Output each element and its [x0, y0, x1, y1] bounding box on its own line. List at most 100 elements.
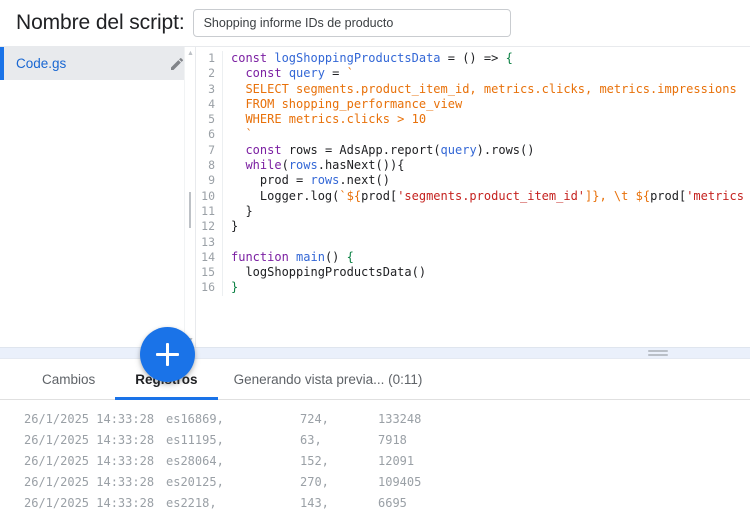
- line-number: 5: [208, 112, 215, 127]
- code-token: = AdsApp.report(: [317, 142, 441, 157]
- code-token: , \t: [599, 188, 636, 203]
- log-impressions: 133248: [378, 412, 422, 426]
- code-token: = () =>: [440, 51, 506, 65]
- line-number: 12: [201, 219, 215, 234]
- log-row: 26/1/2025 14:33:28 es11195, 63, 7918: [0, 430, 750, 451]
- file-sidebar: Code.gs ▲ ▼: [0, 47, 195, 382]
- panel-splitter[interactable]: [0, 347, 750, 359]
- code-line: 6 `: [196, 127, 750, 143]
- code-editor-pane[interactable]: 1 const logShoppingProductsData = () => {…: [195, 47, 750, 347]
- code-token: ${: [635, 188, 651, 203]
- script-name-label: Nombre del script:: [16, 11, 185, 34]
- line-number: 14: [201, 249, 215, 264]
- code-line: 5 WHERE metrics.clicks > 10: [196, 112, 750, 128]
- line-content[interactable]: }: [222, 203, 750, 220]
- code-token: prod[: [361, 188, 398, 203]
- line-content[interactable]: logShoppingProductsData(): [222, 265, 750, 281]
- code-token: query: [440, 142, 477, 157]
- code-token: rows: [288, 142, 318, 157]
- code-line: 7 const rows = AdsApp.report(query).rows…: [196, 142, 750, 159]
- line-number: 3: [208, 81, 215, 96]
- code-token: logShoppingProductsData(): [231, 265, 427, 280]
- script-name-input[interactable]: [192, 9, 511, 37]
- code-line: 10 Logger.log(`${prod['segments.product_…: [196, 188, 750, 204]
- line-content[interactable]: }: [222, 219, 750, 235]
- code-token: SELECT segments.product_item_id, metrics…: [231, 81, 737, 96]
- log-timestamp: 26/1/2025 14:33:28: [24, 454, 155, 468]
- line-content[interactable]: const logShoppingProductsData = () => {: [222, 51, 750, 67]
- vertical-splitter-handle[interactable]: [189, 192, 194, 228]
- log-timestamp: 26/1/2025 14:33:28: [24, 433, 155, 447]
- log-clicks: 63,: [300, 433, 322, 447]
- code-line: 4 FROM shopping_performance_view: [196, 96, 750, 113]
- code-token: {: [505, 51, 513, 65]
- drag-handle-icon[interactable]: [648, 350, 668, 358]
- code-token: (: [281, 158, 289, 173]
- code-token: const: [231, 51, 275, 65]
- line-content[interactable]: function main() {: [222, 249, 750, 266]
- log-impressions: 7918: [378, 433, 407, 447]
- code-token: rows: [288, 158, 318, 173]
- line-content[interactable]: FROM shopping_performance_view: [222, 96, 750, 113]
- line-content[interactable]: [222, 234, 750, 250]
- line-content[interactable]: SELECT segments.product_item_id, metrics…: [222, 81, 750, 97]
- add-file-button[interactable]: [140, 327, 195, 382]
- code-line: 1 const logShoppingProductsData = () => {: [196, 51, 750, 67]
- code-token: WHERE metrics.clicks > 10: [231, 112, 427, 127]
- code-token: `: [339, 188, 347, 203]
- line-content[interactable]: prod = rows.next(): [222, 173, 750, 189]
- pencil-icon[interactable]: [169, 56, 185, 72]
- code-token: main: [296, 249, 325, 264]
- log-product-id: es16869,: [166, 412, 224, 426]
- bottom-panel-tabs: CambiosRegistrosGenerando vista previa..…: [0, 359, 750, 400]
- caret-up-icon[interactable]: ▲: [187, 50, 194, 57]
- code-line: 9 prod = rows.next(): [196, 173, 750, 189]
- line-content[interactable]: while(rows.hasNext()){: [222, 158, 750, 174]
- code-token: }: [231, 203, 253, 218]
- code-token: 'metrics: [686, 188, 744, 203]
- code-line: 13: [196, 234, 750, 250]
- code-token: }: [231, 280, 239, 295]
- line-number: 10: [201, 188, 215, 203]
- tab-cambios[interactable]: Cambios: [22, 359, 115, 399]
- code-token: FROM shopping_performance_view: [231, 96, 463, 111]
- log-timestamp: 26/1/2025 14:33:28: [24, 496, 155, 510]
- code-token: Logger.log(: [231, 188, 340, 203]
- log-timestamp: 26/1/2025 14:33:28: [24, 412, 155, 426]
- log-impressions: 6695: [378, 496, 407, 510]
- line-number: 8: [208, 158, 215, 173]
- line-number: 9: [208, 173, 215, 188]
- line-number: 4: [208, 96, 215, 111]
- code-token: ${: [346, 188, 362, 203]
- code-token: ).rows(): [476, 142, 535, 157]
- code-token: logShoppingProductsData: [274, 51, 441, 65]
- line-content[interactable]: const query = `: [222, 66, 750, 82]
- line-content[interactable]: `: [222, 127, 750, 143]
- code-line: 16}: [196, 280, 750, 296]
- log-clicks: 724,: [300, 412, 329, 426]
- log-row: 26/1/2025 14:33:28 es20125, 270, 109405: [0, 472, 750, 493]
- line-number: 16: [201, 280, 215, 295]
- log-clicks: 270,: [300, 475, 329, 489]
- code-token: `: [346, 66, 354, 81]
- log-clicks: 152,: [300, 454, 329, 468]
- line-content[interactable]: WHERE metrics.clicks > 10: [222, 112, 750, 128]
- line-content[interactable]: }: [222, 280, 750, 296]
- header-bar: Nombre del script:: [0, 0, 750, 46]
- file-item-code-gs[interactable]: Code.gs: [0, 47, 195, 80]
- code-token: `: [231, 127, 253, 142]
- code-token: const: [245, 66, 289, 81]
- line-content[interactable]: Logger.log(`${prod['segments.product_ite…: [222, 188, 750, 204]
- code-token: const: [245, 142, 289, 157]
- file-list: Code.gs: [0, 47, 195, 80]
- code-token: =: [324, 66, 347, 81]
- code-line: 2 const query = `: [196, 66, 750, 82]
- code-token: .next(): [339, 173, 390, 188]
- tab-generando[interactable]: Generando vista previa... (0:11): [218, 359, 439, 399]
- code-line: 14 function main() {: [196, 249, 750, 266]
- log-impressions: 109405: [378, 475, 422, 489]
- log-product-id: es28064,: [166, 454, 224, 468]
- line-content[interactable]: const rows = AdsApp.report(query).rows(): [222, 142, 750, 159]
